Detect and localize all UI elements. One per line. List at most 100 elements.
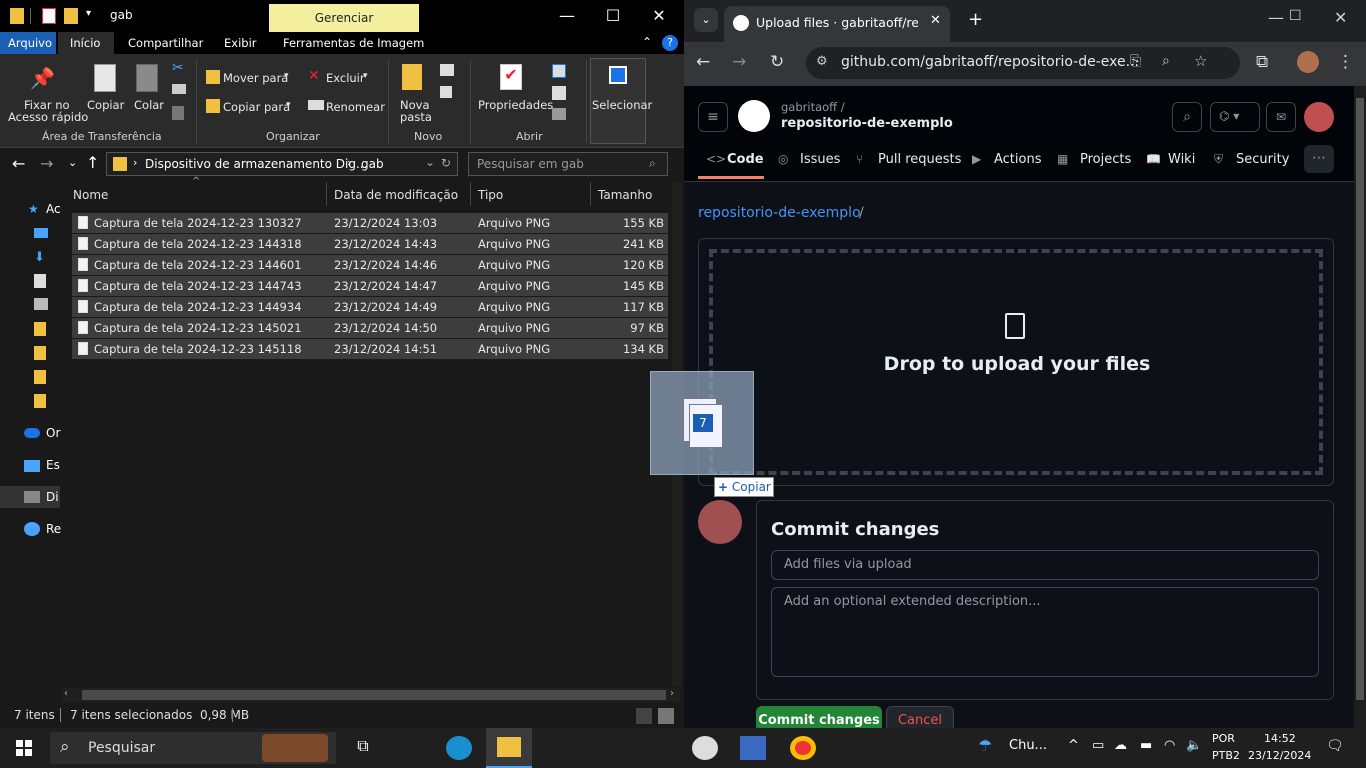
file-row[interactable]: Captura de tela 2024-12-23 144318 23/12/2…	[72, 234, 668, 254]
folder-icon[interactable]	[34, 346, 46, 360]
pictures-icon[interactable]	[34, 298, 48, 310]
nav-actions[interactable]: Actions	[994, 152, 1042, 167]
profile-avatar[interactable]	[1297, 51, 1319, 73]
inbox-icon[interactable]: ✉	[1266, 102, 1296, 132]
back-arrow-icon[interactable]: ←	[696, 52, 710, 72]
lang-2[interactable]: PTB2	[1212, 749, 1240, 762]
select-button[interactable]: Selecionar	[592, 98, 652, 112]
reload-icon[interactable]: ↻	[770, 52, 784, 72]
more-nav-icon[interactable]: ⋯	[1304, 145, 1334, 173]
app-icon[interactable]	[692, 736, 718, 760]
commit-description-input[interactable]: Add an optional extended description...	[771, 587, 1319, 677]
nav-this-pc[interactable]: Es	[46, 458, 60, 472]
forward-arrow-icon[interactable]: →	[732, 52, 746, 72]
user-avatar[interactable]	[1304, 102, 1334, 132]
active-tab[interactable]: Upload files · gabritaoff/reposit ✕	[724, 6, 950, 42]
desktop-icon[interactable]	[34, 228, 48, 238]
nav-quick-access[interactable]: Ac	[46, 202, 61, 216]
file-row[interactable]: Captura de tela 2024-12-23 144601 23/12/2…	[72, 255, 668, 275]
new-folder-label-2[interactable]: pasta	[400, 110, 432, 124]
file-row[interactable]: Captura de tela 2024-12-23 144934 23/12/2…	[72, 297, 668, 317]
nav-onedrive[interactable]: Or	[46, 426, 60, 440]
forward-arrow-icon[interactable]: →	[40, 154, 53, 173]
url-text[interactable]: github.com/gabritaoff/repositorio-de-exe…	[841, 54, 1139, 70]
collapse-ribbon-icon[interactable]: ⌃	[642, 35, 652, 49]
easy-access-icon[interactable]	[440, 86, 452, 98]
chevron-down-icon[interactable]: ▾	[284, 71, 289, 81]
address-bar[interactable]: › Dispositivo de armazenamento Dig... › …	[106, 152, 458, 176]
new-item-icon[interactable]	[440, 64, 454, 76]
nav-wiki[interactable]: Wiki	[1168, 152, 1195, 167]
horizontal-scrollbar[interactable]: ‹ ›	[62, 688, 680, 702]
folder-icon[interactable]	[34, 394, 46, 408]
nav-code[interactable]: Code	[727, 152, 764, 167]
file-row[interactable]: Captura de tela 2024-12-23 145118 23/12/2…	[72, 339, 668, 359]
file-row[interactable]: Captura de tela 2024-12-23 144743 23/12/2…	[72, 276, 668, 296]
paste-shortcut-icon[interactable]	[172, 106, 184, 120]
close-tab-icon[interactable]: ✕	[930, 13, 941, 28]
page-scrollbar[interactable]	[1354, 86, 1366, 728]
new-tab-icon[interactable]: +	[968, 9, 983, 30]
col-size[interactable]: Tamanho	[598, 188, 652, 202]
download-icon[interactable]: ⬇	[34, 250, 45, 265]
explorer-taskbar-active[interactable]	[486, 728, 532, 768]
nav-projects[interactable]: Projects	[1080, 152, 1131, 167]
folder-icon[interactable]	[34, 322, 46, 336]
github-logo-icon[interactable]	[738, 100, 770, 132]
tab-arquivo[interactable]: Arquivo	[0, 32, 56, 54]
copy-button[interactable]: Copiar	[87, 98, 124, 112]
tab-compartilhar[interactable]: Compartilhar	[128, 36, 203, 50]
copy-path-icon[interactable]	[172, 84, 186, 94]
menu-icon[interactable]: ⋮	[1337, 52, 1354, 72]
url-bar[interactable]: ⚙ github.com/gabritaoff/repositorio-de-e…	[806, 47, 1240, 79]
pin-label-2[interactable]: Acesso rápido	[8, 110, 88, 124]
nav-drive[interactable]: Di	[46, 490, 59, 504]
breadcrumb-device[interactable]: Dispositivo de armazenamento Dig...	[145, 157, 367, 171]
lang-1[interactable]: POR	[1212, 732, 1235, 745]
taskbar-search[interactable]: ⌕ Pesquisar	[50, 732, 336, 764]
breadcrumb-gab[interactable]: gab	[361, 157, 384, 171]
bookmark-star-icon[interactable]: ☆	[1194, 52, 1207, 70]
copilot-icon[interactable]: ⌬ ▾	[1210, 102, 1260, 132]
recent-chevron-icon[interactable]: ⌄	[68, 156, 77, 169]
scroll-right-icon[interactable]: ›	[670, 688, 674, 699]
drop-zone[interactable]: Drop to upload your files	[698, 238, 1334, 486]
install-app-icon[interactable]: ⎘	[1130, 53, 1141, 69]
commit-button[interactable]: Commit changes	[756, 706, 882, 728]
tab-inicio[interactable]: Início	[58, 32, 114, 54]
search-highlight-image[interactable]	[262, 734, 328, 762]
maximize-icon[interactable]: ☐	[1289, 8, 1302, 24]
chevron-up-icon[interactable]: ^	[1068, 738, 1079, 753]
close-icon[interactable]: ✕	[644, 6, 674, 25]
edge-icon[interactable]	[446, 736, 472, 760]
details-view-icon[interactable]	[636, 708, 652, 724]
windows-start-icon[interactable]	[16, 740, 32, 756]
copy-to-button[interactable]: Copiar para	[223, 100, 290, 114]
properties-button[interactable]: Propriedades	[478, 98, 553, 112]
up-arrow-icon[interactable]: ↑	[86, 153, 99, 172]
documents-icon[interactable]	[34, 274, 46, 288]
nav-network[interactable]: Re	[46, 522, 61, 536]
zoom-icon[interactable]: ⌕	[1162, 53, 1170, 69]
search-input[interactable]: Pesquisar em gab ⌕	[468, 152, 668, 176]
clock-date[interactable]: 23/12/2024	[1248, 749, 1311, 762]
col-date[interactable]: Data de modificação	[334, 188, 458, 202]
commit-summary-input[interactable]: Add files via upload	[771, 550, 1319, 580]
move-to-button[interactable]: Mover para	[223, 71, 288, 85]
owner-link[interactable]: gabritaoff /	[781, 100, 845, 114]
search-icon[interactable]: ⌕	[1172, 102, 1202, 132]
chrome-icon[interactable]	[790, 736, 816, 760]
refresh-icon[interactable]: ↻	[441, 156, 451, 170]
volume-icon[interactable]: 🔈	[1186, 738, 1202, 753]
nav-issues[interactable]: Issues	[800, 152, 840, 167]
minimize-icon[interactable]: —	[552, 6, 582, 25]
col-name[interactable]: Nome	[73, 188, 108, 202]
tab-ferramentas-imagem[interactable]: Ferramentas de Imagem	[283, 36, 424, 50]
delete-button[interactable]: Excluir	[326, 71, 365, 85]
scroll-thumb[interactable]	[82, 690, 666, 700]
tab-search-icon[interactable]: ⌄	[694, 8, 718, 32]
extensions-icon[interactable]: ⧉	[1256, 52, 1268, 72]
back-arrow-icon[interactable]: ←	[12, 154, 25, 173]
paste-button[interactable]: Colar	[134, 98, 164, 112]
breadcrumb-repo[interactable]: repositorio-de-exemplo	[698, 205, 861, 221]
